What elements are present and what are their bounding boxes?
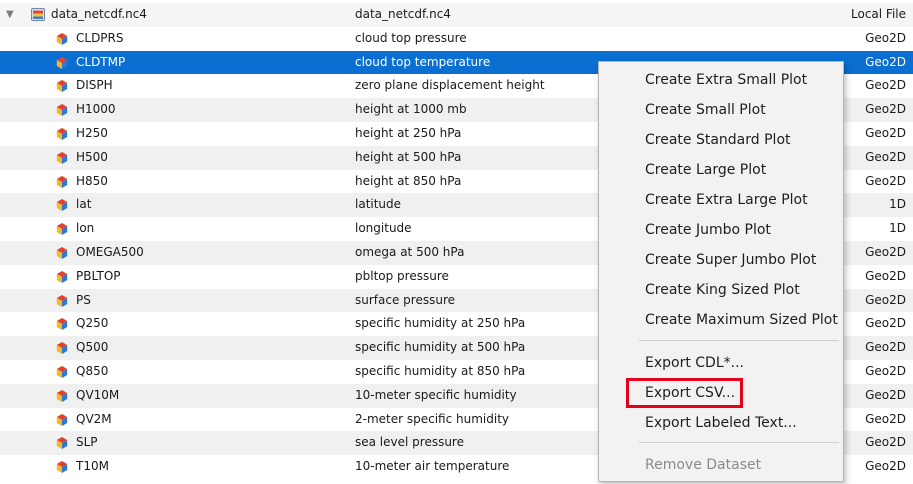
variable-icon [56, 223, 68, 236]
menu-item-create-maximum-sized-plot[interactable]: Create Maximum Sized Plot [645, 308, 838, 332]
variable-icon [56, 80, 68, 93]
menu-item-export-labeled-text[interactable]: Export Labeled Text... [645, 411, 797, 435]
variable-description: 2-meter specific humidity [355, 411, 510, 426]
variable-name: H250 [76, 125, 108, 140]
variable-type: Geo2D [865, 435, 906, 450]
variable-name: QV2M [76, 411, 112, 426]
variable-name: DISPH [76, 78, 113, 93]
variable-icon [56, 32, 68, 45]
variable-icon [56, 270, 68, 283]
variable-icon [56, 342, 68, 355]
menu-item-create-small-plot[interactable]: Create Small Plot [645, 98, 766, 122]
dataset-row[interactable]: ▼ data_netcdf.nc4 data_netcdf.nc4 Local … [0, 3, 913, 27]
variable-icon [56, 175, 68, 188]
menu-item-create-super-jumbo-plot[interactable]: Create Super Jumbo Plot [645, 248, 816, 272]
variable-type: Geo2D [865, 125, 906, 140]
variable-name: H500 [76, 149, 108, 164]
variable-type: Geo2D [865, 78, 906, 93]
variable-description: zero plane displacement height [355, 78, 545, 93]
variable-icon [56, 104, 68, 117]
variable-name: H850 [76, 173, 108, 188]
dataset-name: data_netcdf.nc4 [51, 7, 147, 21]
variable-description: 10-meter air temperature [355, 459, 510, 474]
variable-type: Geo2D [865, 292, 906, 307]
variable-description: height at 500 hPa [355, 149, 462, 164]
menu-item-remove-dataset: Remove Dataset [645, 457, 762, 473]
context-menu: Create Extra Small Plot Create Small Plot… [598, 61, 844, 482]
variable-description: latitude [355, 197, 402, 212]
variable-description: sea level pressure [355, 435, 464, 450]
variable-icon [56, 199, 68, 212]
variable-type: Geo2D [865, 268, 906, 283]
variable-name: PS [76, 292, 91, 307]
variable-type: Geo2D [865, 459, 906, 474]
variable-description: specific humidity at 500 hPa [355, 340, 526, 355]
variable-name: CLDTMP [76, 54, 126, 69]
variable-icon [56, 294, 68, 307]
variable-icon [56, 127, 68, 140]
variable-name: PBLTOP [76, 268, 121, 283]
variable-name: Q850 [76, 363, 109, 378]
variable-name: lat [76, 197, 92, 212]
variable-icon [56, 318, 68, 331]
menu-item-create-jumbo-plot[interactable]: Create Jumbo Plot [645, 218, 771, 242]
variable-name: lon [76, 221, 95, 236]
menu-item-create-king-sized-plot[interactable]: Create King Sized Plot [645, 278, 800, 302]
variable-icon [56, 413, 68, 426]
variable-name: CLDPRS [76, 30, 124, 45]
variable-icon [56, 151, 68, 164]
variable-description: cloud top temperature [355, 54, 491, 69]
variable-description: specific humidity at 850 hPa [355, 363, 526, 378]
menu-item-create-extra-small-plot[interactable]: Create Extra Small Plot [645, 68, 807, 92]
variable-icon [56, 246, 68, 259]
variable-type: Geo2D [865, 149, 906, 164]
variable-type: Geo2D [865, 363, 906, 378]
variable-type: Geo2D [865, 244, 906, 259]
variable-type: 1D [889, 221, 906, 236]
table-row[interactable]: CLDPRS cloud top pressure Geo2D [0, 27, 913, 51]
variable-type: Geo2D [865, 102, 906, 117]
collapse-triangle-icon[interactable]: ▼ [6, 3, 18, 27]
variable-description: specific humidity at 250 hPa [355, 316, 526, 331]
variable-name: SLP [76, 435, 98, 450]
variable-type: Geo2D [865, 30, 906, 45]
dataset-file-icon [31, 8, 45, 21]
variable-name: OMEGA500 [76, 244, 144, 259]
variable-type: Geo2D [865, 54, 906, 69]
variable-description: height at 850 hPa [355, 173, 462, 188]
variable-icon [56, 389, 68, 402]
variable-description: longitude [355, 221, 412, 236]
variable-description: surface pressure [355, 292, 455, 307]
menu-item-export-csv[interactable]: Export CSV... [645, 381, 735, 405]
dataset-location: Local File [851, 7, 906, 21]
menu-separator [639, 340, 839, 341]
variable-name: Q500 [76, 340, 109, 355]
dataset-title: data_netcdf.nc4 [355, 7, 451, 21]
menu-item-create-large-plot[interactable]: Create Large Plot [645, 158, 766, 182]
menu-item-create-standard-plot[interactable]: Create Standard Plot [645, 128, 791, 152]
variable-description: height at 1000 mb [355, 102, 467, 117]
variable-icon [56, 56, 68, 69]
variable-description: cloud top pressure [355, 30, 467, 45]
variable-name: Q250 [76, 316, 109, 331]
variable-type: Geo2D [865, 411, 906, 426]
variable-name: T10M [76, 459, 109, 474]
menu-item-create-extra-large-plot[interactable]: Create Extra Large Plot [645, 188, 808, 212]
variable-type: Geo2D [865, 316, 906, 331]
menu-item-export-cdl[interactable]: Export CDL*... [645, 351, 744, 375]
variable-type: 1D [889, 197, 906, 212]
variable-description: 10-meter specific humidity [355, 387, 517, 402]
variable-icon [56, 461, 68, 474]
variable-icon [56, 437, 68, 450]
variable-name: H1000 [76, 102, 116, 117]
menu-separator [639, 442, 839, 443]
variable-icon [56, 365, 68, 378]
variable-description: omega at 500 hPa [355, 244, 465, 259]
variable-type: Geo2D [865, 173, 906, 188]
variable-type: Geo2D [865, 340, 906, 355]
variable-type: Geo2D [865, 387, 906, 402]
variable-description: pbltop pressure [355, 268, 449, 283]
variable-name: QV10M [76, 387, 120, 402]
variable-description: height at 250 hPa [355, 125, 462, 140]
